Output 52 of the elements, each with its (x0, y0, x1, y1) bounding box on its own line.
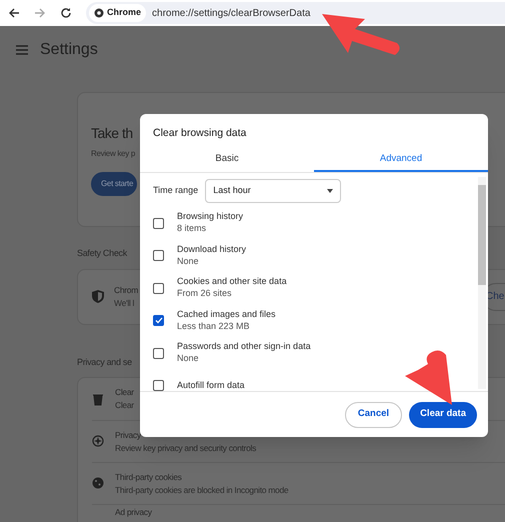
checkbox[interactable] (153, 380, 164, 391)
tab[interactable]: Advanced (314, 148, 488, 172)
site-chip[interactable]: Chrome (89, 4, 146, 22)
row-text: Review key privacy and security controls (115, 442, 256, 454)
reload-icon (60, 7, 72, 19)
tab[interactable]: Basic (140, 148, 314, 172)
dialog-title: Clear browsing data (152, 126, 248, 141)
row-text: Third-party cookies are blocked in Incognito mode (115, 484, 288, 496)
row-title: Ad privacy (115, 506, 152, 519)
item-label: Browsing history (177, 211, 244, 222)
item-detail: None (177, 254, 200, 268)
item-label: Cached images and files (177, 308, 276, 320)
url-text: chrome://settings/clearBrowserData (152, 6, 310, 20)
checkbox[interactable] (153, 250, 164, 261)
page-title: Settings (40, 40, 98, 60)
checkbox[interactable] (153, 348, 164, 358)
section-heading: Privacy and se (77, 356, 132, 369)
cookie-icon (92, 477, 104, 490)
clear-data-button[interactable]: Clear data (409, 402, 477, 428)
cancel-button[interactable]: Cancel (344, 402, 402, 428)
trash-icon (92, 392, 104, 406)
address-bar[interactable]: Chrome chrome://settings/clearBrowserData (86, 2, 505, 24)
checkbox[interactable] (153, 282, 164, 294)
item-label: Passwords and other sign-in data (177, 341, 311, 352)
forward-icon (34, 7, 46, 19)
row-title: Third-party cookies (115, 470, 182, 484)
item-detail: Less than 223 MB (177, 320, 251, 332)
shield-icon (92, 290, 104, 303)
row-title: Chrom (114, 284, 138, 296)
item-label: Cookies and other site data (177, 276, 287, 287)
time-range-dropdown[interactable]: Last hour (205, 178, 342, 203)
item-detail: 8 items (177, 222, 208, 235)
item-detail: From 26 sites (177, 287, 233, 300)
row-text: Clear (115, 399, 134, 412)
item-label: Download history (177, 244, 246, 254)
card-title: Take th (91, 124, 133, 143)
get-started-button[interactable]: Get starte (91, 172, 138, 196)
annotation-arrow (405, 350, 452, 405)
back-icon (8, 7, 20, 19)
compass-icon (92, 435, 104, 448)
checkbox[interactable] (153, 218, 164, 228)
card-text: Review key p (91, 148, 135, 160)
chrome-logo-icon (94, 8, 104, 18)
section-heading: Safety Check (77, 247, 127, 260)
item-label: Autofill form data (177, 380, 245, 391)
field-label: Time range (153, 184, 198, 197)
item-detail: None (177, 352, 200, 365)
checkbox[interactable] (153, 315, 164, 326)
row-title: Clear (115, 386, 134, 399)
row-title: Privacy (115, 428, 141, 442)
menu-icon (16, 45, 28, 55)
caret-icon (327, 188, 334, 193)
